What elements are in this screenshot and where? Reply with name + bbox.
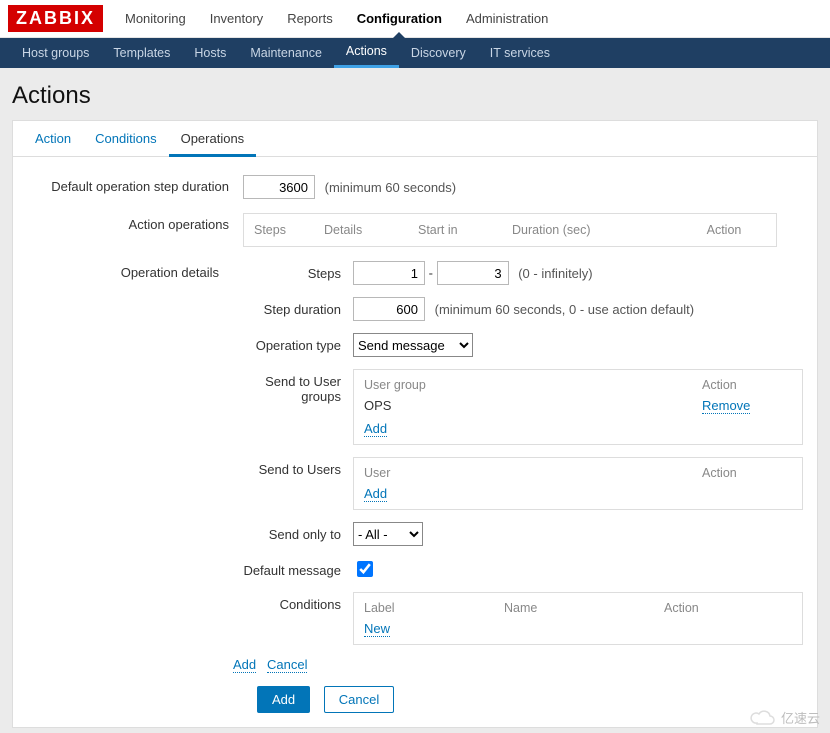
subnav-maintenance[interactable]: Maintenance — [238, 38, 334, 68]
action-operations-label: Action operations — [27, 213, 243, 232]
steps-to-input[interactable] — [437, 261, 509, 285]
subnav-hosts[interactable]: Hosts — [182, 38, 238, 68]
steps-hint: (0 - infinitely) — [518, 266, 592, 281]
cond-new-link[interactable]: New — [364, 621, 390, 637]
ops-col-action: Action — [672, 223, 776, 237]
conditions-label: Conditions — [233, 592, 353, 612]
subnav-templates[interactable]: Templates — [101, 38, 182, 68]
ops-col-duration: Duration (sec) — [512, 223, 672, 237]
ug-col-group: User group — [364, 378, 702, 392]
subnav-it-services[interactable]: IT services — [478, 38, 562, 68]
u-add-link[interactable]: Add — [364, 486, 387, 502]
subnav-discovery[interactable]: Discovery — [399, 38, 478, 68]
footer-actions: Add Cancel — [27, 686, 803, 713]
ug-add-link[interactable]: Add — [364, 421, 387, 437]
tabs: Action Conditions Operations — [13, 121, 817, 157]
nav-administration[interactable]: Administration — [454, 0, 560, 38]
cancel-button[interactable]: Cancel — [324, 686, 394, 713]
nav-reports[interactable]: Reports — [275, 0, 345, 38]
cond-col-label: Label — [364, 601, 504, 615]
default-message-checkbox[interactable] — [357, 561, 373, 577]
default-step-duration-label: Default operation step duration — [27, 175, 243, 194]
ops-col-startin: Start in — [418, 223, 512, 237]
steps-separator: - — [429, 266, 433, 281]
send-user-groups-label: Send to User groups — [233, 369, 353, 404]
cloud-icon — [749, 709, 777, 727]
tab-operations[interactable]: Operations — [169, 121, 257, 157]
u-col-action: Action — [702, 466, 792, 480]
ug-col-action: Action — [702, 378, 792, 392]
step-duration-input[interactable] — [353, 297, 425, 321]
form-panel: Action Conditions Operations Default ope… — [12, 120, 818, 728]
top-bar: ZABBIX Monitoring Inventory Reports Conf… — [0, 0, 830, 38]
send-only-to-select[interactable]: - All - — [353, 522, 423, 546]
detail-cancel-link[interactable]: Cancel — [267, 657, 307, 673]
ug-remove-link[interactable]: Remove — [702, 398, 750, 414]
operation-type-label: Operation type — [233, 333, 353, 353]
tab-action[interactable]: Action — [23, 121, 83, 156]
logo: ZABBIX — [8, 5, 103, 32]
conditions-table: Label Name Action New — [353, 592, 803, 645]
add-button[interactable]: Add — [257, 686, 310, 713]
nav-monitoring[interactable]: Monitoring — [113, 0, 198, 38]
subnav-actions[interactable]: Actions — [334, 38, 399, 68]
users-table: User Action Add — [353, 457, 803, 510]
subnav-host-groups[interactable]: Host groups — [10, 38, 101, 68]
send-users-label: Send to Users — [233, 457, 353, 477]
send-only-to-label: Send only to — [233, 522, 353, 542]
sub-nav: Host groups Templates Hosts Maintenance … — [0, 38, 830, 68]
operations-form: Default operation step duration (minimum… — [13, 157, 817, 727]
operation-details-label: Operation details — [27, 261, 233, 280]
cond-col-action: Action — [664, 601, 792, 615]
detail-add-link[interactable]: Add — [233, 657, 256, 673]
page-title: Actions — [12, 82, 818, 110]
step-duration-label: Step duration — [233, 297, 353, 317]
ug-name: OPS — [364, 398, 702, 413]
nav-configuration[interactable]: Configuration — [345, 0, 454, 38]
ops-col-steps: Steps — [244, 223, 324, 237]
nav-inventory[interactable]: Inventory — [198, 0, 275, 38]
watermark: 亿速云 — [749, 708, 820, 727]
tab-conditions[interactable]: Conditions — [83, 121, 168, 156]
default-message-label: Default message — [233, 558, 353, 578]
operation-details: Steps - (0 - infinitely) Step duration — [233, 261, 803, 672]
steps-from-input[interactable] — [353, 261, 425, 285]
cond-col-name: Name — [504, 601, 664, 615]
ops-col-details: Details — [324, 223, 418, 237]
action-operations-table-header: Steps Details Start in Duration (sec) Ac… — [243, 213, 777, 247]
default-step-duration-input[interactable] — [243, 175, 315, 199]
user-groups-table: User group Action OPS Remove Add — [353, 369, 803, 445]
step-duration-hint: (minimum 60 seconds, 0 - use action defa… — [435, 302, 694, 317]
steps-label: Steps — [233, 261, 353, 281]
page-body: Actions Action Conditions Operations Def… — [0, 68, 830, 733]
operation-type-select[interactable]: Send message — [353, 333, 473, 357]
u-col-user: User — [364, 466, 702, 480]
default-step-duration-hint: (minimum 60 seconds) — [325, 180, 457, 195]
ug-row: OPS Remove — [364, 398, 792, 413]
